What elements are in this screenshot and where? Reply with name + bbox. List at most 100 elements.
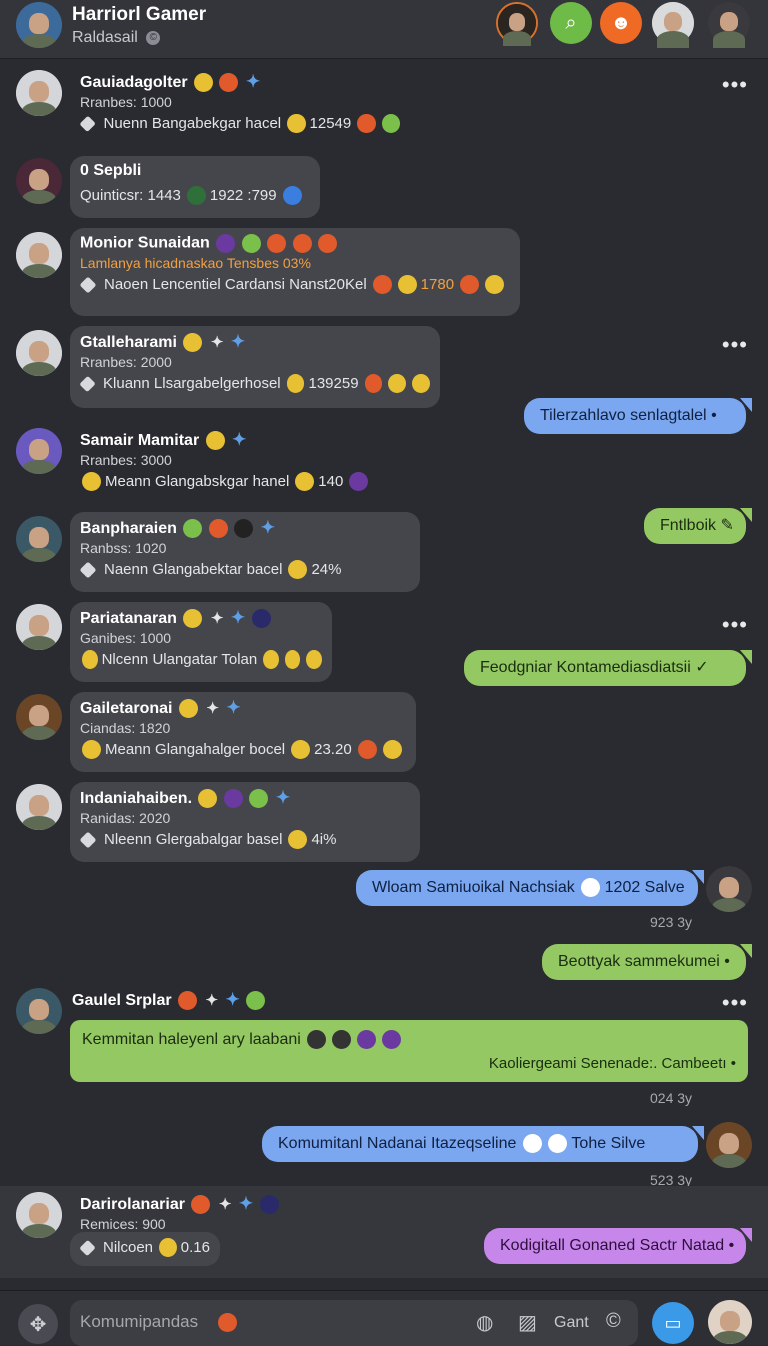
check-emoji-icon (267, 234, 287, 253)
emoji-icon[interactable] (218, 1313, 237, 1332)
bubble-text: Komumitanl Nadanai Itazeqseline (278, 1135, 517, 1152)
reaction-icon (372, 275, 392, 294)
score-value: 23.20 (314, 741, 352, 759)
sparkle-icon: ✦ (210, 610, 224, 627)
gem-emoji-icon (216, 234, 236, 253)
game-line: Nilcoen 0.16 (79, 1238, 210, 1257)
user-avatar-button[interactable] (708, 2, 750, 49)
bubble-text: Wloam Samiuoikal Nachsiak (372, 879, 575, 896)
my-avatar[interactable] (706, 866, 752, 912)
bubble-text: Tilerzahlavo senlagtalel (540, 407, 707, 424)
avatar[interactable] (16, 784, 62, 830)
chat-avatar[interactable] (16, 2, 62, 48)
avatar[interactable] (16, 428, 62, 474)
reaction-icon (397, 275, 417, 294)
game-line: Meann Glangahalger bocel 23.20 (80, 740, 406, 760)
my-profile-avatar[interactable] (708, 1300, 752, 1344)
reaction-icon (357, 114, 376, 134)
search-button[interactable]: ⌕ (550, 2, 592, 44)
sparkle-icon: ✦ (205, 992, 219, 1009)
message-card: Gailetaronai ✦ ✦ Ciandas: 1820 Meann Gla… (70, 692, 416, 772)
score-value: 4i% (311, 831, 337, 849)
sender-name: Gaulel Srplar ✦ ✦ (72, 990, 266, 1011)
outgoing-bubble[interactable]: Fntlboik ✎ (644, 508, 752, 544)
copyright-icon[interactable]: © (606, 1310, 621, 1333)
my-avatar[interactable] (706, 1122, 752, 1168)
outgoing-bubble[interactable]: Kodigitall Gonaned Sactr Natad • (484, 1228, 752, 1264)
outgoing-bubble[interactable]: Wloam Samiuoikal Nachsiak 1202 Salve (356, 870, 704, 906)
bubble-line: Kemmitan haleyenl ary laabani (82, 1030, 736, 1049)
avatar[interactable] (16, 1192, 62, 1238)
more-options-icon[interactable]: ••• (722, 332, 748, 358)
sender-name-text: Indaniahaiben. (80, 790, 193, 807)
outgoing-bubble[interactable]: Tilerzahlavo senlagtalel • (524, 398, 752, 434)
tree-icon (186, 186, 206, 205)
game-name: Naenn Glangabektar bacel (104, 561, 283, 579)
bubble-extra: 1202 Salve (604, 879, 685, 896)
message-input[interactable]: Komumipandas ◍ ▨ Gant © (70, 1300, 638, 1346)
send-button[interactable]: ▭ (652, 1302, 694, 1344)
coin-icon (82, 650, 98, 670)
puzzle-icon: ✥ (29, 1313, 47, 1336)
star-emoji-icon (219, 73, 239, 93)
avatar[interactable] (16, 330, 62, 376)
blue-star-icon: ✦ (238, 1194, 254, 1213)
more-options-icon[interactable]: ••• (722, 612, 748, 638)
face-emoji-icon (581, 878, 601, 898)
message-card: Banpharaien ✦ Ranbss: 1020 Naenn Glangab… (70, 512, 420, 592)
sparkle-icon: ✦ (218, 1196, 232, 1213)
game-name: Nlcenn Ulangatar Tolan (101, 651, 258, 669)
bubble-text: Kemmitan haleyenl ary laabani (82, 1030, 301, 1048)
outgoing-bubble[interactable]: Beottyak sammekumei • (542, 944, 752, 980)
attach-button[interactable]: ✥ (18, 1304, 58, 1344)
reaction-icon (412, 374, 431, 394)
note-icon[interactable]: ▨ (518, 1310, 537, 1335)
smile-emoji-icon (194, 73, 214, 93)
profile-avatar-button[interactable] (496, 2, 538, 46)
reaction-icon (159, 1238, 177, 1257)
rank-text: Ciandas: 1820 (80, 720, 171, 737)
bubble-footer-text: Kaoliergeami Senenade:. Cambeetı (488, 1055, 727, 1072)
sender-name: Samair Mamitar ✦ (80, 430, 370, 451)
shield-icon[interactable]: ◍ (476, 1310, 493, 1335)
outgoing-bubble[interactable]: Feodgniar Kontamediasdiatsii ✓ (464, 650, 752, 686)
game-name: Nuenn Bangabekgar hacel (103, 115, 282, 133)
avatar[interactable] (16, 158, 62, 204)
coin-icon (82, 472, 101, 492)
sender-name: Gauiadagolter ✦ (80, 72, 400, 93)
message-card: Samair Mamitar ✦ Rranbes: 3000 Meann Gla… (70, 424, 380, 504)
more-options-icon[interactable]: ••• (722, 990, 748, 1016)
rank-text: Rranbes: 2000 (80, 354, 172, 371)
score-value: 12549 (309, 115, 352, 133)
more-options-icon[interactable]: ••• (722, 72, 748, 98)
avatar[interactable] (16, 232, 62, 278)
outgoing-bubble[interactable]: Komumitanl Nadanai Itazeqseline Tohe Sil… (262, 1126, 704, 1162)
avatar[interactable] (16, 516, 62, 562)
reaction-icon (460, 275, 480, 294)
notifications-button[interactable]: ☻ (600, 2, 642, 44)
coin-icon (295, 472, 315, 492)
avatar[interactable] (16, 988, 62, 1034)
status-icon: © (146, 30, 161, 45)
dot-icon: • (728, 1237, 735, 1254)
bell-icon: ☻ (610, 11, 632, 34)
sender-name: Monior Sunaidan (80, 234, 510, 253)
game-line: Nlcenn Ulangatar Tolan (80, 650, 322, 670)
gant-label[interactable]: Gant (554, 1314, 589, 1332)
avatar[interactable] (16, 70, 62, 116)
smile-emoji-icon (183, 609, 203, 629)
chat-subtitle-text: Raldasail (72, 29, 138, 46)
check-icon: ✓ (695, 659, 709, 676)
mini-card: Nilcoen 0.16 (70, 1232, 220, 1266)
avatar[interactable] (16, 604, 62, 650)
globe-icon (282, 186, 302, 205)
search-icon: ⌕ (565, 11, 577, 34)
cube-icon (79, 1239, 96, 1256)
message-bubble-large[interactable]: Kemmitan haleyenl ary laabani Kaoliergea… (70, 1020, 748, 1082)
friend-avatar-button[interactable] (652, 2, 694, 49)
avatar[interactable] (16, 694, 62, 740)
face-emoji-icon (522, 1134, 542, 1154)
emoji-icon (356, 1030, 376, 1049)
smile-emoji-icon (178, 699, 198, 719)
rank-text: Ganibes: 1000 (80, 630, 172, 647)
